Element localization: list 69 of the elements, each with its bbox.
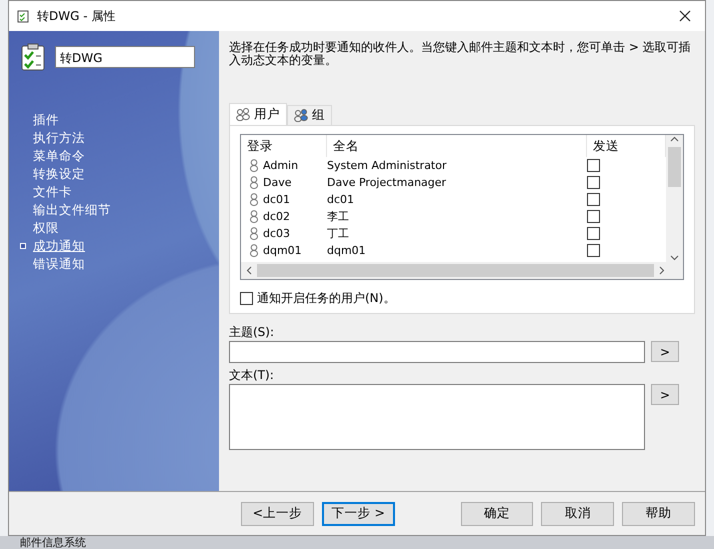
tab-label: 组 (312, 107, 325, 124)
scrollbar-thumb[interactable] (257, 264, 654, 277)
table-cell-text: dqm01 (327, 244, 367, 257)
checkbox[interactable] (587, 244, 600, 257)
table-cell: dqm01 (263, 244, 302, 257)
column-header[interactable]: 登录 (241, 135, 327, 157)
table-cell: dc02 (263, 210, 290, 223)
table-cell-text: Dave Projectmanager (327, 176, 448, 189)
table-cell: Admin (263, 159, 298, 172)
column-header[interactable]: 全名 (327, 135, 587, 157)
checkbox[interactable] (587, 227, 600, 240)
body-label: 文本(T): (229, 367, 275, 384)
clipboard-icon (17, 9, 29, 23)
sidebar-item[interactable]: 菜单命令 (21, 147, 85, 165)
table-cell-text: dc01 (327, 193, 356, 206)
people-icon (294, 109, 308, 122)
tab[interactable]: 组 (287, 105, 332, 125)
user-icon (249, 210, 259, 223)
sidebar-item[interactable]: 错误通知 (21, 255, 85, 273)
checkbox[interactable] (587, 176, 600, 189)
name-field[interactable]: 转DWG (55, 46, 195, 68)
table-cell-text: 李工 (327, 209, 350, 224)
sidebar-item[interactable]: 执行方法 (21, 129, 85, 147)
dialog-button[interactable]: 确定 (460, 502, 534, 526)
insert-variable-button[interactable]: > (651, 341, 679, 362)
user-icon (249, 193, 259, 206)
sidebar-item[interactable]: 权限 (21, 219, 59, 237)
sidebar-item[interactable]: 插件 (21, 111, 59, 129)
description-text: 选择在任务成功时要通知的收件人。当您键入邮件主题和文本时，您可单击 > 选取可插入动态文本的变量。 (229, 41, 692, 67)
dialog-button[interactable]: 取消 (541, 502, 614, 526)
body-field[interactable] (229, 384, 645, 450)
tab-label: 用户 (254, 106, 280, 123)
dialog-button[interactable]: 帮助 (622, 502, 695, 526)
sidebar-item[interactable]: 输出文件细节 (21, 201, 111, 219)
scroll-left-icon[interactable] (245, 266, 253, 275)
table-cell: dc01 (263, 193, 290, 206)
table-cell-text: System Administrator (327, 159, 448, 172)
background-window-text: 邮件信息系统 (20, 537, 86, 548)
subject-label: 主题(S): (229, 324, 276, 341)
table-cell: Dave (263, 176, 292, 189)
table-cell-text: 丁工 (327, 226, 350, 241)
checkbox[interactable] (587, 159, 600, 172)
user-icon (249, 244, 259, 257)
window-title: 转DWG - 属性 (37, 8, 116, 24)
subject-field[interactable] (229, 341, 645, 363)
insert-variable-button[interactable]: > (651, 384, 679, 405)
scroll-right-icon[interactable] (658, 266, 666, 275)
dialog-button[interactable]: 下一步 > (322, 502, 395, 526)
checkbox[interactable] (587, 193, 600, 206)
scrollbar-thumb[interactable] (668, 147, 681, 187)
sidebar-item[interactable]: 文件卡 (21, 183, 72, 201)
people-icon (236, 108, 250, 121)
vertical-scrollbar[interactable] (666, 135, 683, 262)
checkbox[interactable] (587, 210, 600, 223)
sidebar-item[interactable]: 成功通知 (21, 237, 85, 255)
horizontal-scrollbar[interactable] (241, 262, 683, 279)
close-icon[interactable] (679, 10, 691, 22)
user-icon (249, 176, 259, 189)
scroll-down-icon[interactable] (670, 254, 679, 262)
user-icon (249, 159, 259, 172)
table-cell: dc03 (263, 227, 290, 240)
clipboard-checklist-icon (21, 43, 45, 71)
checkbox-label: 通知开启任务的用户(N)。 (257, 290, 396, 307)
sidebar-item[interactable]: 转换设定 (21, 165, 85, 183)
checkbox[interactable] (240, 292, 253, 305)
tab[interactable]: 用户 (229, 103, 287, 125)
user-icon (249, 227, 259, 240)
dialog-button[interactable]: <上一步 (241, 502, 314, 526)
scroll-up-icon[interactable] (670, 135, 679, 143)
